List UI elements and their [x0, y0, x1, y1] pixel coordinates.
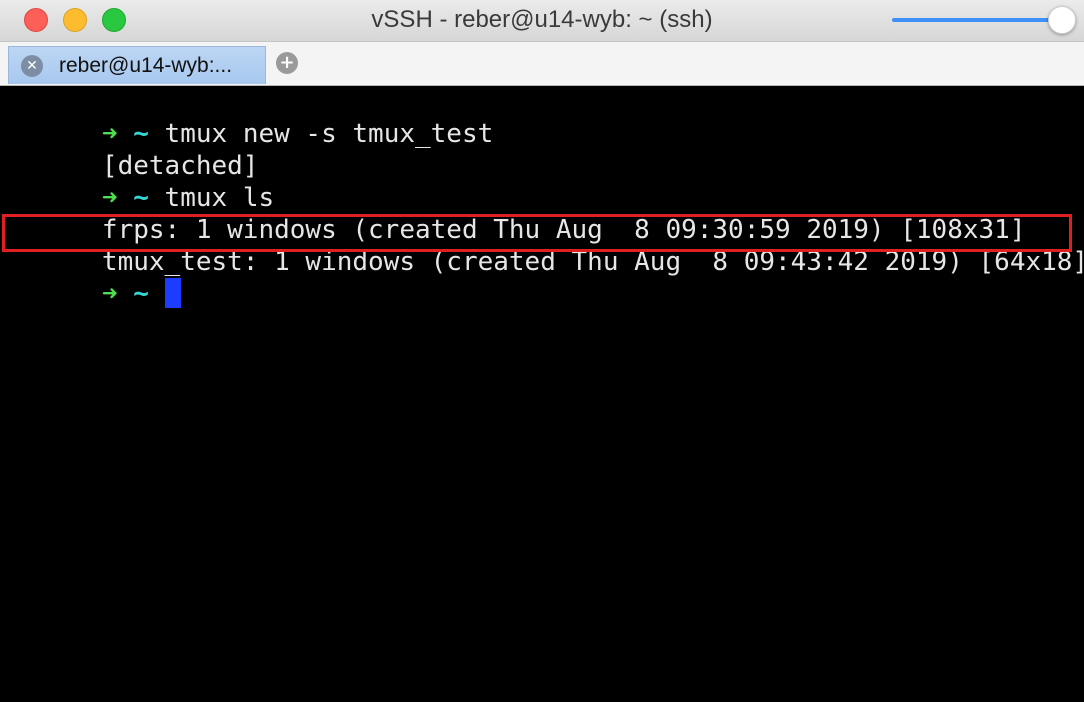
terminal-line: [detached] — [8, 118, 259, 181]
terminal-line: ➜ ~ tmux new -s tmux_test — [8, 86, 493, 149]
highlight-annotation-box — [2, 214, 1072, 252]
minimize-window-button[interactable] — [63, 8, 87, 32]
title-bar[interactable]: vSSH - reber@u14-wyb: ~ (ssh) — [0, 0, 1084, 42]
terminal-output[interactable]: ➜ ~ tmux new -s tmux_test [detached] ➜ ~… — [0, 86, 1084, 702]
terminal-line: frps: 1 windows (created Thu Aug 8 09:30… — [8, 182, 1026, 245]
volume-slider-thumb[interactable] — [1048, 6, 1076, 34]
tab-bar: ✕ reber@u14-wyb:... + — [0, 42, 1084, 86]
zoom-window-button[interactable] — [102, 8, 126, 32]
tab-session[interactable]: ✕ reber@u14-wyb:... — [8, 46, 266, 84]
volume-slider-track[interactable] — [892, 18, 1060, 22]
tab-close-icon[interactable]: ✕ — [21, 55, 43, 77]
prompt-dir: ~ — [133, 279, 149, 309]
ssh-window: vSSH - reber@u14-wyb: ~ (ssh) ✕ reber@u1… — [0, 0, 1084, 702]
close-window-button[interactable] — [24, 8, 48, 32]
terminal-cursor — [164, 277, 181, 308]
tab-label: reber@u14-wyb:... — [59, 54, 233, 77]
prompt-arrow-icon: ➜ — [101, 279, 118, 309]
terminal-line: ➜ ~ tmux ls — [8, 150, 274, 213]
add-tab-icon[interactable]: + — [276, 52, 298, 74]
